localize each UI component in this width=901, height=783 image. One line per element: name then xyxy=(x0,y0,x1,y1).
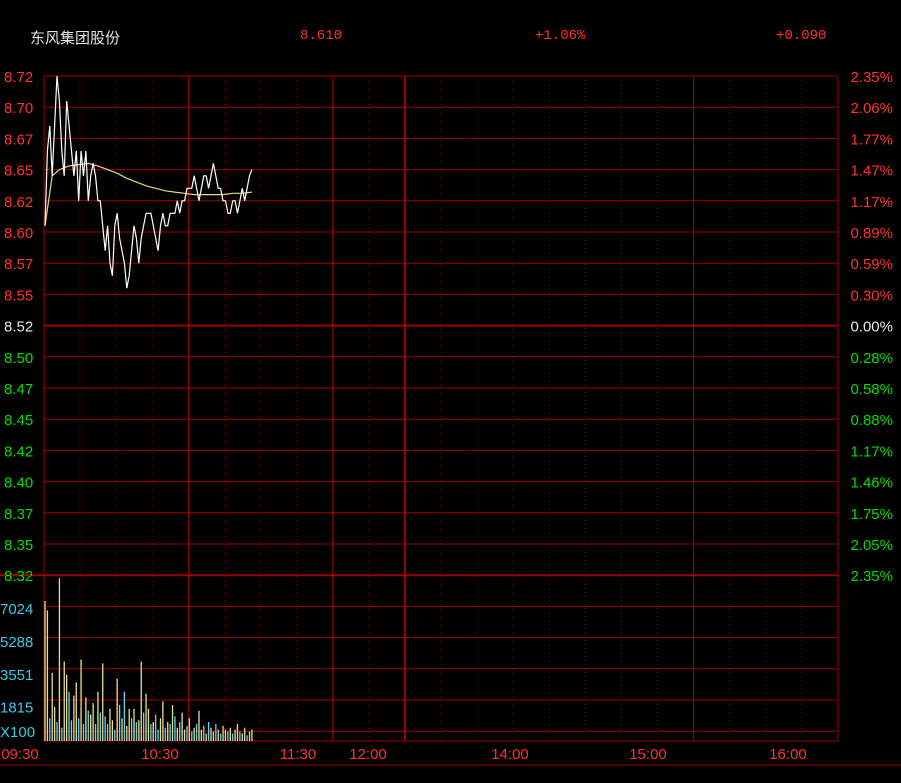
price-tick-label: 8.70 xyxy=(4,100,33,117)
intraday-chart[interactable]: 8.72 8.70 8.67 8.65 8.62 8.60 8.57 8.55 8.52 8.50… xyxy=(0,0,901,783)
percent-tick-label: 1.17% xyxy=(850,443,893,460)
price-tick-label: 8.35 xyxy=(4,537,33,554)
percent-tick-label: 0.88% xyxy=(850,412,893,429)
percent-tick-label: 1.75% xyxy=(850,506,893,523)
price-series xyxy=(44,75,253,289)
time-tick-label: 12:00 xyxy=(349,746,387,763)
price-tick-label: 8.37 xyxy=(4,506,33,523)
percent-tick-label: 1.77% xyxy=(850,131,893,148)
chart-grid xyxy=(0,75,901,766)
percent-tick-label: 1.46% xyxy=(850,475,893,492)
price-tick-label: 8.32 xyxy=(4,568,33,585)
percent-tick-label: 1.17% xyxy=(850,194,893,211)
price-tick-label: 8.47 xyxy=(4,381,33,398)
percent-tick-label: 2.35% xyxy=(850,69,893,86)
percent-tick-label: 0.89% xyxy=(850,225,893,242)
volume-tick-label: 3551 xyxy=(0,667,33,684)
price-tick-label: 8.55 xyxy=(4,287,33,304)
price-tick-label: 8.50 xyxy=(4,350,33,367)
price-tick-label: 8.40 xyxy=(4,475,33,492)
price-tick-label: 8.72 xyxy=(4,69,33,86)
time-tick-label: 11:30 xyxy=(280,746,316,763)
volume-tick-label: X100 xyxy=(0,724,35,741)
volume-bars xyxy=(44,578,253,741)
volume-tick-label: 7024 xyxy=(0,601,33,618)
percent-tick-label: 2.05% xyxy=(850,537,893,554)
chart-axes: 8.72 8.70 8.67 8.65 8.62 8.60 8.57 8.55 8.52 8.50… xyxy=(0,69,893,763)
price-tick-label: 8.45 xyxy=(4,412,33,429)
price-tick-label: 8.52 xyxy=(4,319,33,336)
average-price-line xyxy=(44,162,252,226)
percent-tick-label: 2.06% xyxy=(850,100,893,117)
volume-tick-label: 1815 xyxy=(0,700,33,717)
percent-tick-label: 0.28% xyxy=(850,350,893,367)
percent-tick-label: 2.35% xyxy=(850,568,893,585)
percent-tick-label: 1.47% xyxy=(850,163,893,180)
percent-tick-label: 0.00% xyxy=(850,319,893,336)
price-tick-label: 8.62 xyxy=(4,194,33,211)
price-line xyxy=(44,75,253,289)
volume-tick-label: 5288 xyxy=(0,634,33,651)
time-tick-label: 09:30 xyxy=(1,746,39,763)
price-tick-label: 8.65 xyxy=(4,163,33,180)
time-tick-label: 16:00 xyxy=(769,746,807,763)
time-tick-label: 15:00 xyxy=(629,746,667,763)
time-tick-label: 14:00 xyxy=(491,746,529,763)
price-tick-label: 8.60 xyxy=(4,225,33,242)
time-tick-label: 10:30 xyxy=(141,746,179,763)
percent-tick-label: 0.30% xyxy=(850,287,893,304)
percent-tick-label: 0.59% xyxy=(850,256,893,273)
percent-tick-label: 0.58% xyxy=(850,381,893,398)
price-tick-label: 8.57 xyxy=(4,256,33,273)
price-tick-label: 8.42 xyxy=(4,443,33,460)
price-tick-label: 8.67 xyxy=(4,131,33,148)
